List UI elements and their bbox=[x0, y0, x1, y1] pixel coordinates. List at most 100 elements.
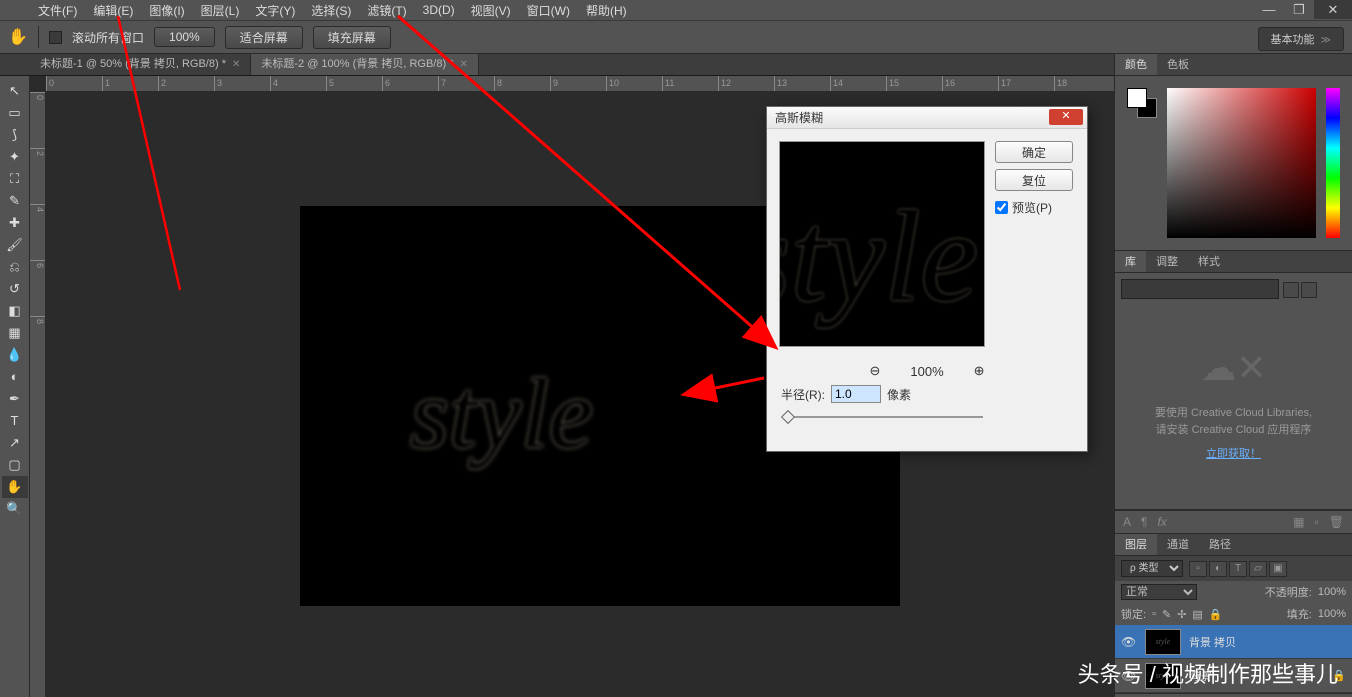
lock-label: 锁定: bbox=[1121, 606, 1146, 622]
filter-adjust-icon[interactable]: ◐ bbox=[1209, 561, 1227, 577]
library-dropdown[interactable] bbox=[1121, 279, 1279, 299]
layers-tab[interactable]: 图层 bbox=[1115, 534, 1157, 555]
watermark: 头条号 / 视频制作那些事儿 bbox=[1078, 657, 1338, 689]
color-field[interactable] bbox=[1167, 88, 1316, 238]
menu-edit[interactable]: 编辑(E) bbox=[85, 2, 141, 19]
close-icon[interactable]: ✕ bbox=[232, 54, 240, 75]
crop-tool[interactable]: ⛶ bbox=[2, 168, 28, 190]
scroll-all-checkbox[interactable] bbox=[49, 31, 62, 44]
trash-icon[interactable]: 🗑 bbox=[1329, 515, 1344, 529]
zoom-tool[interactable]: 🔍 bbox=[2, 498, 28, 520]
filter-shape-icon[interactable]: ▱ bbox=[1249, 561, 1267, 577]
libraries-tab[interactable]: 库 bbox=[1115, 251, 1146, 272]
fill-screen-button[interactable]: 填充屏幕 bbox=[313, 26, 391, 49]
doc-tab-2[interactable]: 未标题-2 @ 100% (背景 拷贝, RGB/8) *✕ bbox=[251, 54, 478, 75]
brush-tool[interactable]: 🖌 bbox=[2, 234, 28, 256]
visibility-icon[interactable]: 👁 bbox=[1121, 635, 1137, 649]
canvas-text: style bbox=[410, 356, 593, 471]
blur-tool[interactable]: 💧 bbox=[2, 344, 28, 366]
layer-thumbnail: style bbox=[1145, 629, 1181, 655]
adjustments-tab[interactable]: 调整 bbox=[1146, 251, 1188, 272]
shape-tool[interactable]: ▢ bbox=[2, 454, 28, 476]
paragraph-icon[interactable]: ¶ bbox=[1141, 515, 1147, 529]
swatches-tab[interactable]: 色板 bbox=[1157, 54, 1199, 75]
lock-artboard-icon[interactable]: ▤ bbox=[1192, 608, 1202, 621]
zoom-out-icon[interactable]: ⊖ bbox=[869, 363, 880, 379]
preview-checkbox[interactable] bbox=[995, 201, 1008, 214]
filter-pixel-icon[interactable]: ▫ bbox=[1189, 561, 1207, 577]
dialog-close-button[interactable]: ✕ bbox=[1049, 109, 1083, 125]
ok-button[interactable]: 确定 bbox=[995, 141, 1073, 163]
maximize-button[interactable]: ❐ bbox=[1284, 0, 1314, 19]
menu-3d[interactable]: 3D(D) bbox=[415, 3, 463, 17]
path-tool[interactable]: ↗ bbox=[2, 432, 28, 454]
blend-mode-select[interactable]: 正常 bbox=[1121, 584, 1197, 600]
stamp-tool[interactable]: ⎌ bbox=[2, 256, 28, 278]
doc-tab-1[interactable]: 未标题-1 @ 50% (背景 拷贝, RGB/8) *✕ bbox=[30, 54, 251, 75]
workspace-switcher[interactable]: 基本功能 bbox=[1258, 27, 1344, 51]
radius-input[interactable] bbox=[831, 385, 881, 403]
opacity-value[interactable]: 100% bbox=[1318, 586, 1346, 598]
zoom-level: 100% bbox=[910, 364, 943, 379]
radius-unit: 像素 bbox=[887, 386, 911, 403]
fit-screen-button[interactable]: 适合屏幕 bbox=[225, 26, 303, 49]
type-tool[interactable]: T bbox=[2, 410, 28, 432]
filter-type-icon[interactable]: T bbox=[1229, 561, 1247, 577]
lock-paint-icon[interactable]: ✎ bbox=[1162, 608, 1171, 621]
menu-view[interactable]: 视图(V) bbox=[463, 2, 519, 19]
healing-tool[interactable]: ✚ bbox=[2, 212, 28, 234]
reset-button[interactable]: 复位 bbox=[995, 169, 1073, 191]
marquee-tool[interactable]: ▭ bbox=[2, 102, 28, 124]
lasso-tool[interactable]: ⟆ bbox=[2, 124, 28, 146]
radius-slider[interactable] bbox=[781, 411, 1073, 417]
pen-tool[interactable]: ✒ bbox=[2, 388, 28, 410]
dodge-tool[interactable]: ◐ bbox=[2, 366, 28, 388]
filter-smart-icon[interactable]: ▣ bbox=[1269, 561, 1287, 577]
move-tool[interactable]: ↖ bbox=[2, 80, 28, 102]
lock-all-icon[interactable]: 🔒 bbox=[1209, 608, 1223, 621]
styles-tab[interactable]: 样式 bbox=[1188, 251, 1230, 272]
menu-help[interactable]: 帮助(H) bbox=[578, 2, 635, 19]
char-a-icon[interactable]: A bbox=[1123, 515, 1131, 529]
menu-window[interactable]: 窗口(W) bbox=[519, 2, 578, 19]
close-icon[interactable]: ✕ bbox=[459, 54, 467, 75]
eraser-tool[interactable]: ◧ bbox=[2, 300, 28, 322]
layer-name[interactable]: 背景 拷贝 bbox=[1189, 634, 1346, 650]
menu-file[interactable]: 文件(F) bbox=[30, 2, 85, 19]
history-brush-tool[interactable]: ↺ bbox=[2, 278, 28, 300]
zoom-in-icon[interactable]: ⊕ bbox=[974, 363, 985, 379]
dialog-title: 高斯模糊 bbox=[775, 111, 823, 125]
fg-bg-colors[interactable] bbox=[1127, 88, 1157, 118]
lock-position-icon[interactable]: ✢ bbox=[1177, 608, 1186, 621]
grid-icon[interactable]: ▦ bbox=[1293, 515, 1304, 529]
new-icon[interactable]: ▫ bbox=[1315, 515, 1319, 529]
menu-layer[interactable]: 图层(L) bbox=[193, 2, 248, 19]
eyedropper-tool[interactable]: ✎ bbox=[2, 190, 28, 212]
menu-image[interactable]: 图像(I) bbox=[141, 2, 192, 19]
menu-text[interactable]: 文字(Y) bbox=[247, 2, 303, 19]
character-panel-toolbar: A ¶ fx ▦ ▫ 🗑 bbox=[1115, 511, 1352, 533]
get-now-link[interactable]: 立即获取！ bbox=[1206, 446, 1261, 464]
dialog-title-bar[interactable]: 高斯模糊 ✕ bbox=[767, 107, 1087, 129]
fill-label: 填充: bbox=[1287, 606, 1312, 622]
paths-tab[interactable]: 路径 bbox=[1199, 534, 1241, 555]
gradient-tool[interactable]: ▦ bbox=[2, 322, 28, 344]
zoom-level-button[interactable]: 100% bbox=[154, 27, 215, 47]
close-button[interactable]: ✕ bbox=[1314, 0, 1352, 19]
list-view-icon[interactable] bbox=[1301, 282, 1317, 298]
grid-view-icon[interactable] bbox=[1283, 282, 1299, 298]
fx-icon[interactable]: fx bbox=[1157, 515, 1166, 529]
channels-tab[interactable]: 通道 bbox=[1157, 534, 1199, 555]
minimize-button[interactable]: — bbox=[1254, 0, 1284, 19]
blur-preview[interactable]: style bbox=[779, 141, 985, 347]
layer-filter-type[interactable]: ρ 类型 bbox=[1121, 560, 1183, 577]
menu-filter[interactable]: 滤镜(T) bbox=[359, 2, 414, 19]
layer-row-copy[interactable]: 👁 style 背景 拷贝 bbox=[1115, 625, 1352, 659]
fill-value[interactable]: 100% bbox=[1318, 608, 1346, 620]
color-tab[interactable]: 颜色 bbox=[1115, 54, 1157, 75]
hue-slider[interactable] bbox=[1326, 88, 1340, 238]
menu-select[interactable]: 选择(S) bbox=[303, 2, 359, 19]
magic-wand-tool[interactable]: ✦ bbox=[2, 146, 28, 168]
hand-tool[interactable]: ✋ bbox=[2, 476, 28, 498]
lock-pixels-icon[interactable]: ▫ bbox=[1152, 608, 1156, 620]
